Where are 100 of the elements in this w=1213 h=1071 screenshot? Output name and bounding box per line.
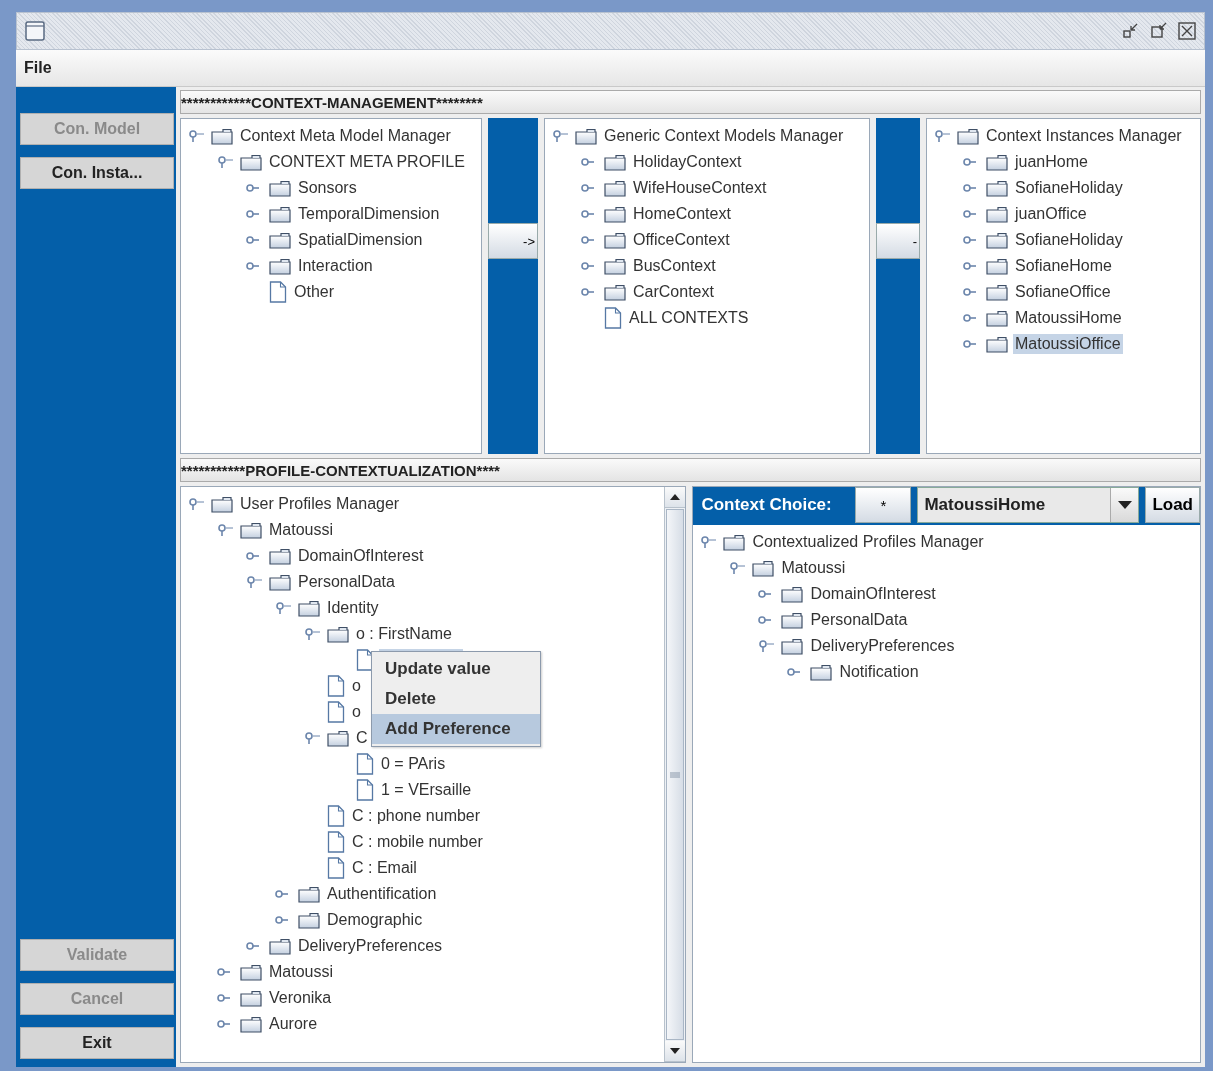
tree-item[interactable]: ALL CONTEXTS [627,308,751,328]
scroll-up-button[interactable] [665,487,686,508]
scrollbar-thumb[interactable] [666,509,685,1040]
tree-item[interactable]: DeliveryPreferences [296,936,445,956]
tree-item[interactable]: Veronika [267,988,334,1008]
section-header: ************CONTEXT-MANAGEMENT******** [180,90,1201,114]
folder-icon [986,231,1008,249]
tree-item[interactable]: Interaction [296,256,375,276]
folder-icon [211,495,233,513]
expanded-handle-icon[interactable] [757,639,776,653]
tree-item[interactable]: Context Instances Manager [984,126,1184,146]
transfer-button[interactable]: - [876,223,920,259]
folder-icon [269,937,291,955]
tree-item[interactable]: SofianeOffice [1013,282,1113,302]
tree-item[interactable]: Identity [325,598,381,618]
minimize-icon[interactable] [1122,22,1140,40]
tree-item[interactable]: Aurore [267,1014,320,1034]
tree-item[interactable]: TemporalDimension [296,204,442,224]
folder-icon [986,205,1008,223]
tree-item[interactable]: C [354,728,370,748]
context-choice-label: Context Choice: [700,494,833,516]
file-icon [327,831,345,853]
expanded-handle-icon[interactable] [551,129,569,143]
tree-item[interactable]: o : FirstName [354,624,454,644]
expanded-handle-icon[interactable] [274,601,292,615]
tree-item[interactable]: 1 = VErsaille [379,780,474,800]
expanded-handle-icon[interactable] [303,731,321,745]
menu-item[interactable]: Add Preference [372,714,540,744]
tree-item[interactable]: o [350,676,363,696]
tree-item[interactable]: Context Meta Model Manager [238,126,453,146]
tree-item[interactable]: SofianeHome [1013,256,1114,276]
tree-item[interactable]: juanOffice [1013,204,1089,224]
transfer-button[interactable]: -> [488,223,538,259]
tree-item[interactable]: PersonalData [296,572,397,592]
tree-item[interactable]: HolidayContext [631,152,744,172]
load-button[interactable]: Load [1145,487,1200,523]
tree-item[interactable]: 0 = PAris [379,754,448,774]
tree-item[interactable]: DomainOfInterest [296,546,426,566]
sidebar-button[interactable]: Exit [20,1027,174,1059]
expanded-handle-icon[interactable] [216,523,234,537]
folder-icon [327,625,349,643]
restore-icon[interactable] [1150,22,1168,40]
tree-item[interactable]: Matoussi [267,962,336,982]
tree-item[interactable]: Matoussi [779,558,848,578]
folder-icon [723,533,746,551]
tree-item[interactable]: Demographic [325,910,425,930]
tree-item[interactable]: Generic Context Models Manager [602,126,846,146]
tree-item[interactable]: DomainOfInterest [808,584,938,604]
scroll-down-button[interactable] [665,1041,686,1062]
folder-icon [269,231,291,249]
tree-item[interactable]: Notification [837,662,921,682]
tree-item[interactable]: Authentification [325,884,439,904]
tree-item[interactable]: CONTEXT META PROFILE [267,152,467,172]
context-dropdown[interactable]: MatoussiHome [917,487,1140,523]
expanded-handle-icon[interactable] [245,575,263,589]
tree-item[interactable]: BusContext [631,256,718,276]
tree-item[interactable]: C : Email [350,858,419,878]
tree-item[interactable]: Sonsors [296,178,359,198]
folder-icon [986,335,1008,353]
menu-item[interactable]: Delete [372,684,540,714]
folder-icon [986,309,1008,327]
tree-item[interactable]: Contextualized Profiles Manager [750,532,986,552]
tree-item[interactable]: SpatialDimension [296,230,425,250]
tree-item[interactable]: MatoussiHome [1013,308,1124,328]
expanded-handle-icon[interactable] [216,155,234,169]
tree-item[interactable]: Other [292,282,336,302]
tree-item[interactable]: CarContext [631,282,716,302]
tree-item[interactable]: Matoussi [267,520,336,540]
tree-item[interactable]: SofianeHoliday [1013,230,1125,250]
tree-item[interactable]: C : phone number [350,806,483,826]
folder-icon [269,573,291,591]
menu-item[interactable]: File [22,59,54,77]
file-icon [327,675,345,697]
close-icon[interactable] [1178,22,1196,40]
expanded-handle-icon[interactable] [728,561,747,575]
file-icon [604,307,622,329]
sidebar-button[interactable]: Con. Insta... [20,157,174,189]
expanded-handle-icon[interactable] [303,627,321,641]
tree-item[interactable]: SofianeHoliday [1013,178,1125,198]
expanded-handle-icon[interactable] [187,129,205,143]
tree-item[interactable]: User Profiles Manager [238,494,402,514]
tree-item[interactable]: WifeHouseContext [631,178,769,198]
tree-item[interactable]: HomeContext [631,204,733,224]
folder-icon [211,127,233,145]
expanded-handle-icon[interactable] [933,129,951,143]
folder-icon [240,989,262,1007]
tree-item[interactable]: C : mobile number [350,832,485,852]
tree-item[interactable]: PersonalData [808,610,910,630]
folder-icon [269,547,291,565]
folder-icon [604,257,626,275]
menu-item[interactable]: Update value [372,654,540,684]
folder-icon [986,153,1008,171]
tree-item[interactable]: MatoussiOffice [1013,334,1123,354]
tree-item[interactable]: juanHome [1013,152,1090,172]
expanded-handle-icon[interactable] [187,497,205,511]
tree-item[interactable]: DeliveryPreferences [808,636,957,656]
tree-item[interactable]: OfficeContext [631,230,732,250]
expanded-handle-icon[interactable] [699,535,718,549]
tree-item[interactable]: o [350,702,363,722]
star-button[interactable]: * [855,487,912,523]
